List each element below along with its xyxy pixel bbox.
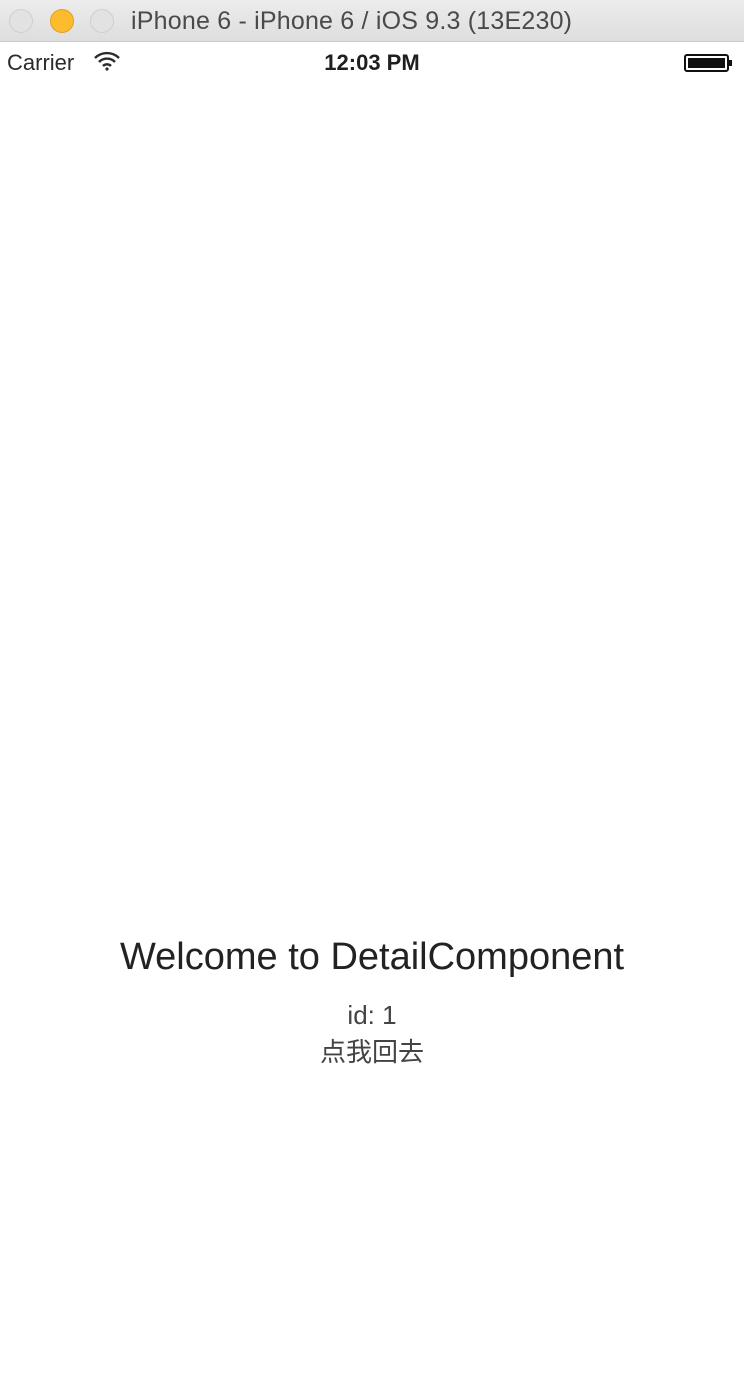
zoom-window-button[interactable]: [90, 9, 114, 33]
close-window-button[interactable]: [9, 9, 33, 33]
simulator-window: iPhone 6 - iPhone 6 / iOS 9.3 (13E230) C…: [0, 0, 744, 1376]
minimize-window-button[interactable]: [50, 9, 74, 33]
go-back-link[interactable]: 点我回去: [0, 1032, 744, 1069]
window-title-bar[interactable]: iPhone 6 - iPhone 6 / iOS 9.3 (13E230): [0, 0, 744, 42]
detail-screen: Welcome to DetailComponent id: 1 点我回去: [0, 84, 744, 1376]
window-title: iPhone 6 - iPhone 6 / iOS 9.3 (13E230): [131, 7, 573, 35]
battery-icon: [684, 54, 732, 72]
status-clock: 12:03 PM: [324, 50, 420, 75]
item-id-text: id: 1: [347, 1000, 397, 1030]
ios-status-bar: Carrier 12:03 PM: [0, 42, 744, 84]
page-title: Welcome to DetailComponent: [119, 936, 625, 978]
